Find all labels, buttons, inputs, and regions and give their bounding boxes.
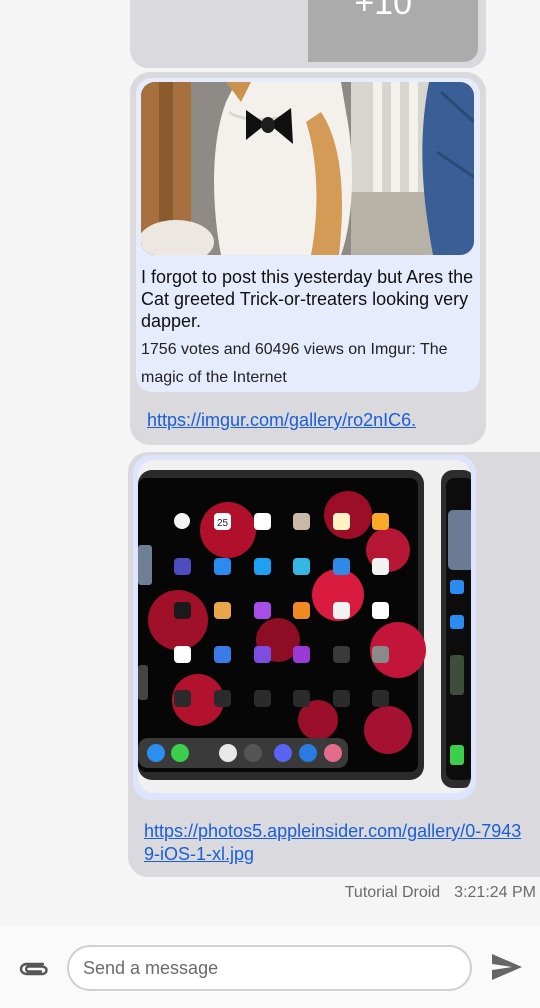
paperclip-icon[interactable] (16, 956, 50, 980)
media-overlay-text: +10 (354, 0, 412, 22)
cat-preview-image (141, 82, 474, 255)
calendar-day-number: 25 (217, 518, 229, 529)
message-input[interactable] (83, 955, 453, 981)
message-timestamp: 3:21:24 PM (454, 884, 536, 901)
send-icon[interactable] (490, 952, 524, 982)
appleinsider-link[interactable]: https://photos5.appleinsider.com/gallery… (144, 820, 524, 866)
sender-name: Tutorial Droid (344, 884, 441, 901)
imgur-link[interactable]: https://imgur.com/gallery/ro2nIC6. (147, 410, 416, 431)
message-bubble-previous[interactable]: +10 (130, 0, 486, 68)
card-description: 1756 votes and 60496 views on Imgur: The… (141, 341, 448, 386)
ipad-preview-image: 25 (138, 460, 471, 793)
compose-bar (0, 926, 540, 1008)
link-preview-card-ipad[interactable]: 25 (133, 455, 476, 800)
card-title: I forgot to post this yesterday but Ares… (141, 267, 474, 331)
message-input-wrapper (67, 945, 472, 991)
link-preview-card-cat[interactable]: I forgot to post this yesterday but Ares… (136, 78, 480, 392)
media-thumbnail[interactable]: +10 (308, 0, 478, 62)
message-meta: Tutorial Droid 3:21:24 PM (345, 884, 536, 902)
